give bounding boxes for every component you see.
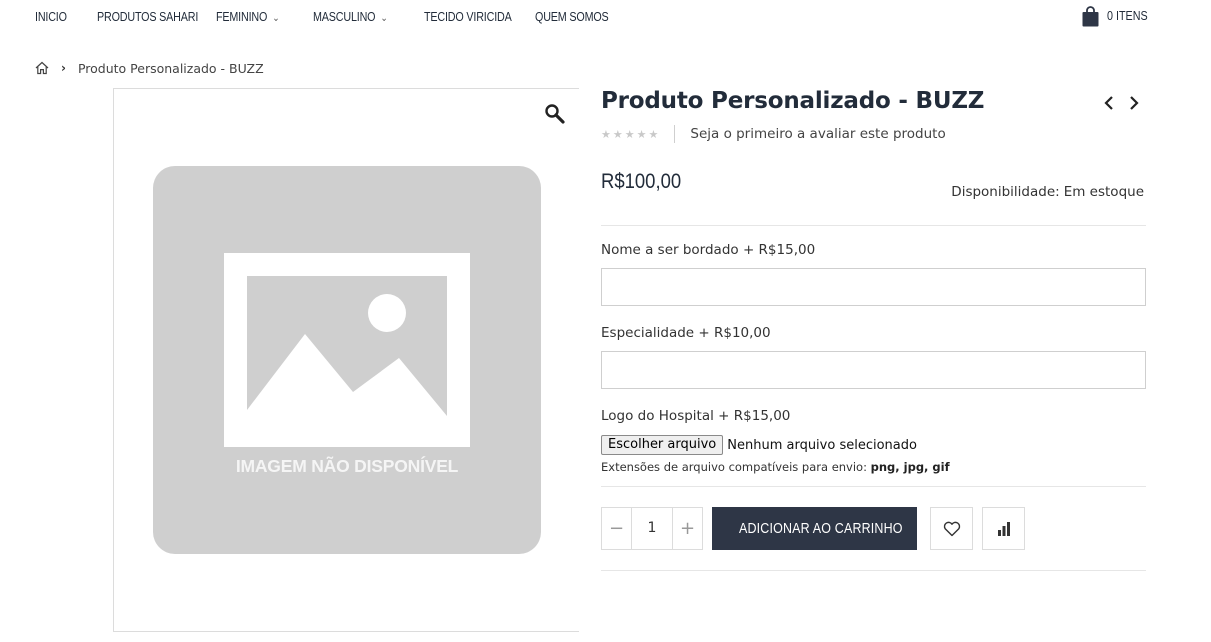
- placeholder-caption: IMAGEM NÃO DISPONÍVEL: [235, 456, 459, 476]
- decrease-quantity-button[interactable]: −: [602, 508, 631, 549]
- nav-item-inicio[interactable]: INICIO: [35, 10, 67, 24]
- star-icon: ★: [648, 127, 659, 141]
- magnifier-icon[interactable]: [544, 103, 566, 125]
- star-icon: ★: [601, 127, 611, 141]
- divider: [601, 570, 1146, 571]
- availability-label: Disponibilidade:: [951, 184, 1060, 200]
- availability: Disponibilidade: Em estoque: [951, 184, 1144, 200]
- nav-item-tecido-viricida[interactable]: TECIDO VIRICIDA: [424, 10, 512, 24]
- nav-item-masculino[interactable]: MASCULINO ⌄: [313, 10, 388, 24]
- breadcrumb: › Produto Personalizado - BUZZ: [35, 59, 264, 77]
- specialty-input[interactable]: [601, 351, 1146, 389]
- embroidery-name-input[interactable]: [601, 268, 1146, 306]
- image-placeholder-icon: [224, 253, 470, 447]
- add-to-cart-label: ADICIONAR AO CARRINHO: [739, 520, 903, 537]
- nav-item-label: QUEM SOMOS: [535, 10, 609, 24]
- file-upload: Escolher arquivo Nenhum arquivo selecion…: [601, 435, 917, 455]
- wishlist-button[interactable]: [930, 507, 973, 550]
- shopping-bag-icon: [1082, 5, 1099, 26]
- file-hint-types: png, jpg, gif: [870, 460, 950, 474]
- file-status: Nenhum arquivo selecionado: [727, 437, 917, 453]
- compare-button[interactable]: [982, 507, 1025, 550]
- heart-icon: [943, 521, 960, 536]
- rating-divider: [674, 125, 676, 143]
- file-extensions-hint: Extensões de arquivo compatíveis para en…: [601, 460, 950, 474]
- nav-item-label: TECIDO VIRICIDA: [424, 10, 512, 24]
- write-review-link[interactable]: Seja o primeiro a avaliar este produto: [690, 126, 945, 142]
- next-product-icon[interactable]: [1126, 94, 1142, 112]
- nav-item-quem-somos[interactable]: QUEM SOMOS: [535, 10, 609, 24]
- star-icon: ★: [624, 127, 635, 141]
- availability-value: Em estoque: [1063, 184, 1144, 200]
- breadcrumb-current: Produto Personalizado - BUZZ: [77, 60, 264, 76]
- home-icon[interactable]: [35, 61, 49, 75]
- product-title: Produto Personalizado - BUZZ: [601, 88, 985, 114]
- product-price: R$100,00: [601, 170, 682, 193]
- bar-chart-icon: [997, 521, 1010, 536]
- nav-item-label: FEMININO: [216, 10, 268, 24]
- chevron-down-icon: ⌄: [380, 13, 388, 24]
- cart-button[interactable]: 0 ITENS: [1082, 4, 1154, 28]
- star-icon: ★: [612, 127, 623, 141]
- product-gallery: IMAGEM NÃO DISPONÍVEL: [113, 88, 579, 632]
- nav-item-label: INICIO: [35, 10, 67, 24]
- quantity-stepper: − 1 +: [601, 507, 703, 550]
- breadcrumb-separator-icon: ›: [61, 61, 66, 75]
- add-to-cart-button[interactable]: ADICIONAR AO CARRINHO: [712, 507, 917, 550]
- rating-stars: ★ ★ ★ ★ ★: [601, 129, 658, 140]
- top-navigation: INICIO PRODUTOS SAHARI FEMININO ⌄ MASCULI…: [0, 0, 1211, 40]
- star-icon: ★: [636, 127, 647, 141]
- nav-item-feminino[interactable]: FEMININO ⌄: [216, 10, 280, 24]
- cart-count-label: 0 ITENS: [1107, 9, 1148, 23]
- file-hint-text: Extensões de arquivo compatíveis para en…: [601, 460, 867, 474]
- product-rating: ★ ★ ★ ★ ★ Seja o primeiro a avaliar este…: [601, 125, 946, 143]
- increase-quantity-button[interactable]: +: [673, 508, 702, 549]
- nav-item-label: PRODUTOS SAHARI: [97, 10, 199, 24]
- previous-product-icon[interactable]: [1101, 94, 1117, 112]
- hospital-logo-label: Logo do Hospital + R$15,00: [601, 408, 791, 424]
- embroidery-name-label: Nome a ser bordado + R$15,00: [601, 242, 816, 258]
- chevron-down-icon: ⌄: [272, 13, 280, 24]
- nav-item-produtos-sahari[interactable]: PRODUTOS SAHARI: [97, 10, 198, 24]
- choose-file-button[interactable]: Escolher arquivo: [601, 435, 724, 455]
- product-image-placeholder[interactable]: IMAGEM NÃO DISPONÍVEL: [153, 166, 541, 554]
- nav-item-label: MASCULINO: [313, 10, 376, 24]
- divider: [601, 486, 1146, 487]
- divider: [601, 225, 1146, 226]
- quantity-input[interactable]: 1: [631, 508, 673, 549]
- specialty-label: Especialidade + R$10,00: [601, 325, 771, 341]
